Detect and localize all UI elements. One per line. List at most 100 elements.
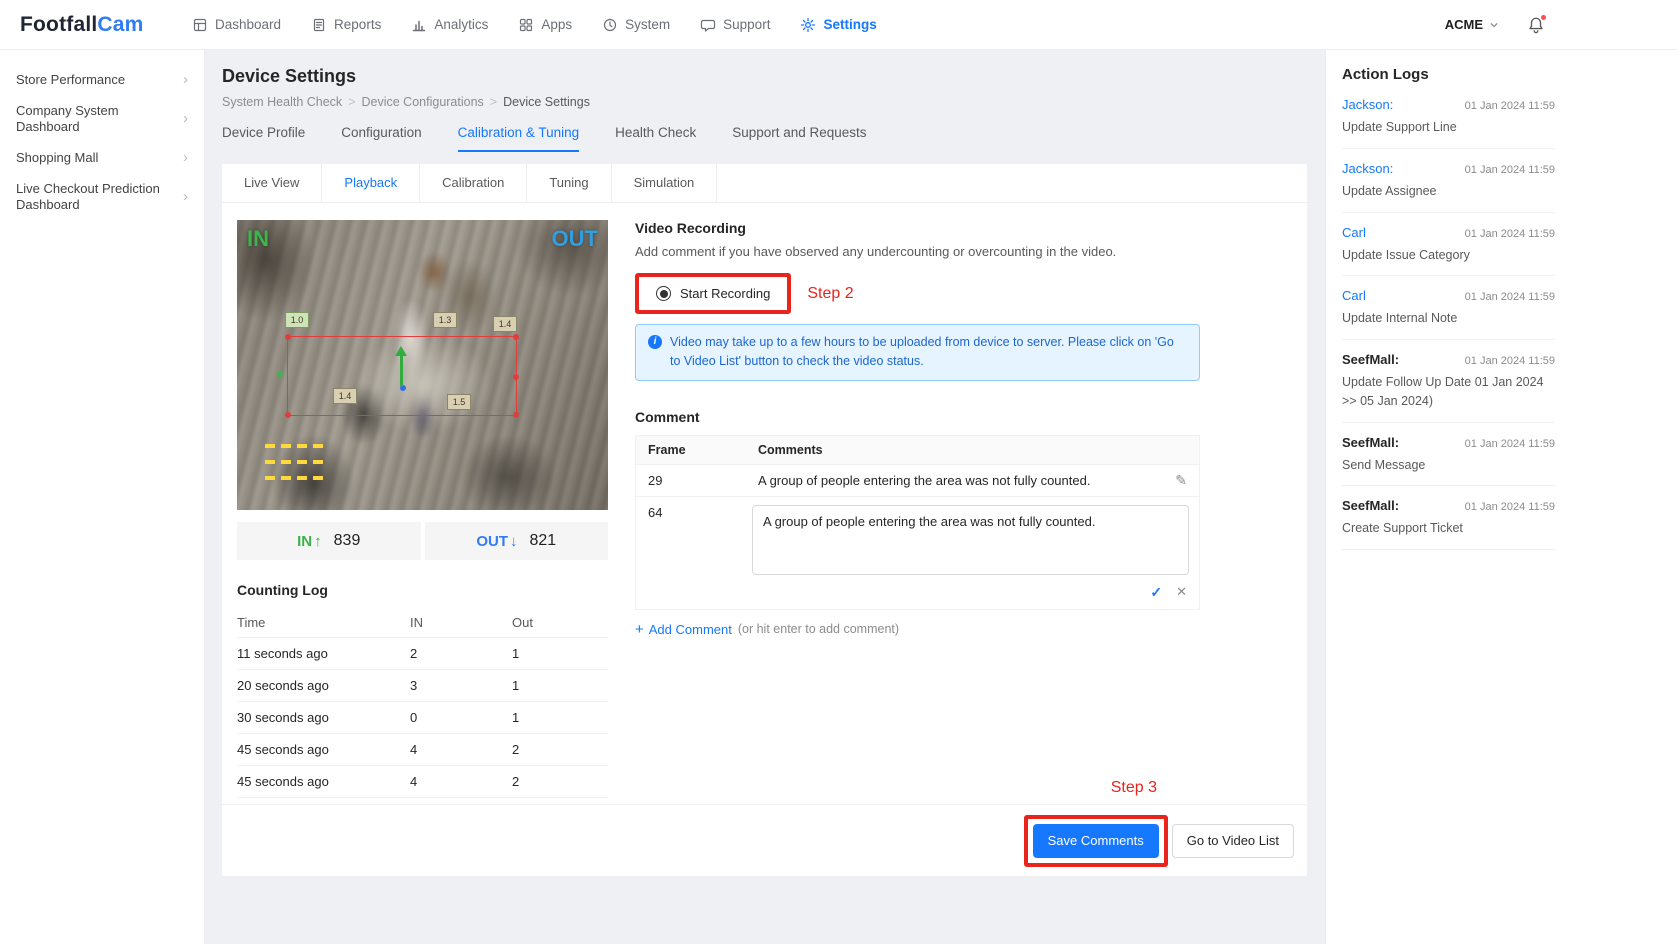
action-log-time: 01 Jan 2024 11:59 xyxy=(1465,228,1555,240)
action-log-action: Create Support Ticket xyxy=(1342,519,1555,538)
add-comment-button[interactable]: + Add Comment xyxy=(635,622,732,637)
chevron-right-icon: › xyxy=(183,189,188,204)
counting-log-row: 45 seconds ago 4 2 xyxy=(237,766,608,798)
counting-log-row: 11 seconds ago 2 1 xyxy=(237,638,608,670)
apps-icon xyxy=(518,17,534,33)
nav-reports[interactable]: Reports xyxy=(311,17,381,33)
chevron-right-icon: › xyxy=(183,72,188,87)
direction-arrow-stem xyxy=(400,356,403,386)
yellow-marker-dashes xyxy=(265,476,329,480)
tab-configuration[interactable]: Configuration xyxy=(341,125,421,152)
upload-info-text: Video may take up to a few hours to be u… xyxy=(670,333,1187,372)
go-to-video-list-button[interactable]: Go to Video List xyxy=(1172,824,1294,858)
nav-settings[interactable]: Settings xyxy=(800,17,876,33)
action-log-action: Update Issue Category xyxy=(1342,246,1555,265)
settings-gear-icon xyxy=(800,17,816,33)
action-logs-title: Action Logs xyxy=(1342,66,1555,83)
subtab-playback[interactable]: Playback xyxy=(322,164,420,202)
action-log-user[interactable]: Carl xyxy=(1342,288,1366,303)
sidebar-item-store-performance[interactable]: Store Performance › xyxy=(0,64,204,95)
direction-arrow-icon xyxy=(395,346,407,356)
breadcrumb-device-configurations[interactable]: Device Configurations xyxy=(362,95,498,109)
nav-apps[interactable]: Apps xyxy=(518,17,572,33)
video-out-overlay: OUT xyxy=(552,226,598,252)
subtab-calibration[interactable]: Calibration xyxy=(420,164,527,202)
step2-annotation-text: Step 2 xyxy=(807,285,853,303)
start-recording-row: Start Recording Step 2 xyxy=(635,273,1200,314)
info-icon: i xyxy=(648,335,662,349)
zone-corner-dot xyxy=(285,334,291,340)
confirm-comment-button[interactable]: ✓ xyxy=(1150,584,1162,601)
tab-device-profile[interactable]: Device Profile xyxy=(222,125,305,152)
chevron-down-icon xyxy=(1489,20,1499,30)
action-log-action: Send Message xyxy=(1342,456,1555,475)
sidebar-item-label: Live Checkout Prediction Dashboard xyxy=(16,181,175,212)
action-log-time: 01 Jan 2024 11:59 xyxy=(1465,355,1555,367)
comment-editor-cell: A group of people entering the area was … xyxy=(746,497,1199,609)
nav-analytics[interactable]: Analytics xyxy=(411,17,488,33)
chevron-right-icon: › xyxy=(183,111,188,126)
tab-calibration-tuning[interactable]: Calibration & Tuning xyxy=(458,125,580,152)
reports-icon xyxy=(311,17,327,33)
in-counter-value: 839 xyxy=(334,532,361,550)
subtab-tuning[interactable]: Tuning xyxy=(527,164,611,202)
notification-badge xyxy=(1540,14,1547,21)
counting-log-title: Counting Log xyxy=(237,582,608,598)
tab-support-and-requests[interactable]: Support and Requests xyxy=(732,125,866,152)
comment-edit-textarea[interactable]: A group of people entering the area was … xyxy=(752,505,1189,575)
sidebar-item-live-checkout-prediction[interactable]: Live Checkout Prediction Dashboard › xyxy=(0,173,204,220)
in-counter-label: IN↑ xyxy=(297,533,322,550)
action-log-user[interactable]: Carl xyxy=(1342,225,1366,240)
sidebar-item-label: Company System Dashboard xyxy=(16,103,175,134)
nav-label: Reports xyxy=(334,17,381,32)
nav-label: System xyxy=(625,17,670,32)
edit-comment-button[interactable]: ✎ xyxy=(1175,472,1187,489)
video-playback-frame[interactable]: IN OUT 1.0 1.3 1.4 1.4 1.5 xyxy=(237,220,608,510)
zone-edge-dot xyxy=(513,374,519,380)
page-title: Device Settings xyxy=(222,66,1307,87)
sidebar-item-label: Store Performance xyxy=(16,72,125,87)
arrow-up-icon: ↑ xyxy=(314,533,322,550)
nav-system[interactable]: System xyxy=(602,17,670,33)
comment-text: A group of people entering the area was … xyxy=(758,473,1090,488)
tab-health-check[interactable]: Health Check xyxy=(615,125,696,152)
subtab-live-view[interactable]: Live View xyxy=(222,164,322,202)
top-navbar: FootfallCam Dashboard Reports Analytics … xyxy=(0,0,1677,50)
breadcrumb-system-health-check[interactable]: System Health Check xyxy=(222,95,356,109)
edit-icon: ✎ xyxy=(1175,472,1187,488)
comments-column-header: Comments xyxy=(746,436,1199,464)
cancel-comment-button[interactable]: ✕ xyxy=(1176,584,1187,601)
yellow-marker-dashes xyxy=(265,444,329,448)
counting-log-row: 30 seconds ago 0 1 xyxy=(237,702,608,734)
nav-support[interactable]: Support xyxy=(700,17,770,33)
comment-cell: A group of people entering the area was … xyxy=(746,465,1199,496)
comment-table: Frame Comments 29 A group of people ente… xyxy=(635,435,1200,610)
start-recording-radio[interactable]: Start Recording xyxy=(656,286,770,301)
calibration-value-box: 1.0 xyxy=(285,312,309,328)
account-name: ACME xyxy=(1445,17,1483,32)
save-comments-button[interactable]: Save Comments xyxy=(1033,824,1159,858)
zone-green-dot xyxy=(277,371,283,377)
sidebar-item-shopping-mall[interactable]: Shopping Mall › xyxy=(0,142,204,173)
action-log-user[interactable]: Jackson: xyxy=(1342,161,1393,176)
nav-dashboard[interactable]: Dashboard xyxy=(192,17,281,33)
check-icon: ✓ xyxy=(1150,584,1162,600)
calibration-value-box: 1.4 xyxy=(493,316,517,332)
logo[interactable]: FootfallCam xyxy=(20,13,170,37)
video-column: IN OUT 1.0 1.3 1.4 1.4 1.5 xyxy=(237,220,608,804)
account-switcher[interactable]: ACME xyxy=(1445,17,1499,32)
in-out-counters: IN↑ 839 OUT↓ 821 xyxy=(237,522,608,560)
main-nav: Dashboard Reports Analytics Apps System … xyxy=(192,17,877,33)
action-log-action: Update Assignee xyxy=(1342,182,1555,201)
action-log-user: SeefMall: xyxy=(1342,352,1399,367)
navbar-right: ACME xyxy=(1445,16,1545,34)
comment-row: 29 A group of people entering the area w… xyxy=(636,465,1199,497)
breadcrumb: System Health Check Device Configuration… xyxy=(222,95,1307,109)
subtab-simulation[interactable]: Simulation xyxy=(612,164,718,202)
analytics-icon xyxy=(411,17,427,33)
sidebar-item-company-system-dashboard[interactable]: Company System Dashboard › xyxy=(0,95,204,142)
calibration-value-box: 1.3 xyxy=(433,312,457,328)
calibration-card: Live View Playback Calibration Tuning Si… xyxy=(222,164,1307,876)
notification-bell[interactable] xyxy=(1527,16,1545,34)
action-log-user[interactable]: Jackson: xyxy=(1342,97,1393,112)
